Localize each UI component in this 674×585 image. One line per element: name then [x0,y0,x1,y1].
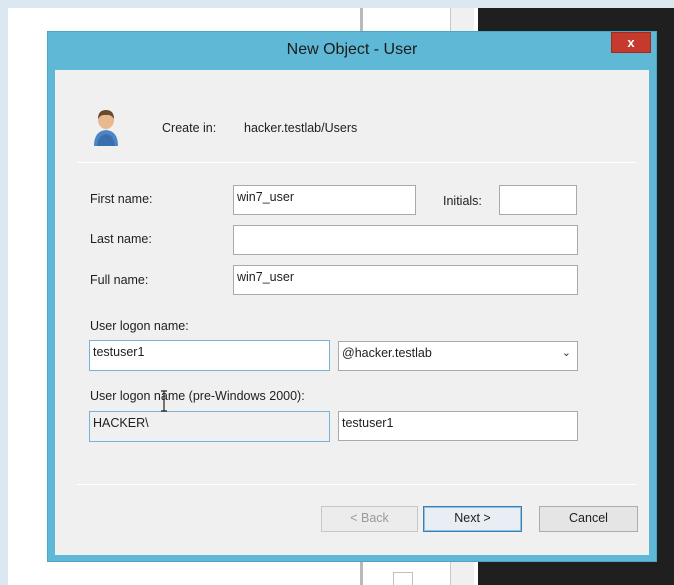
header-divider [77,162,637,163]
last-name-label: Last name: [90,232,152,246]
user-icon [94,110,118,146]
full-name-field[interactable]: win7_user [233,265,578,295]
logon-domain-select[interactable]: @hacker.testlab ⌄ [338,341,578,371]
create-in-label: Create in: [162,121,217,135]
close-icon: x [627,35,635,50]
pre2000-domain-field: HACKER\ [89,411,330,442]
pre2000-name-field[interactable]: testuser1 [338,411,578,441]
initials-field[interactable] [499,185,577,215]
logon-name-field[interactable]: testuser1 [89,340,330,371]
pre2000-label: User logon name (pre-Windows 2000): [90,389,305,403]
close-button[interactable]: x [611,32,651,53]
dialog-client-area [55,70,649,555]
background-box [393,572,413,585]
cancel-button[interactable]: Cancel [539,506,638,532]
initials-label: Initials: [443,194,482,208]
next-button[interactable]: Next > [423,506,522,532]
create-in-path: hacker.testlab/Users [244,121,358,135]
footer-divider [77,484,637,485]
last-name-field[interactable] [233,225,578,255]
first-name-field[interactable]: win7_user [233,185,416,215]
first-name-label: First name: [90,192,153,206]
logon-domain-selected: @hacker.testlab [342,346,432,360]
full-name-label: Full name: [90,273,149,287]
chevron-down-icon: ⌄ [561,347,571,359]
logon-name-label: User logon name: [90,319,189,333]
text-cursor-icon [161,390,167,412]
back-button[interactable]: < Back [321,506,418,532]
dialog-title: New Object - User [286,41,418,58]
